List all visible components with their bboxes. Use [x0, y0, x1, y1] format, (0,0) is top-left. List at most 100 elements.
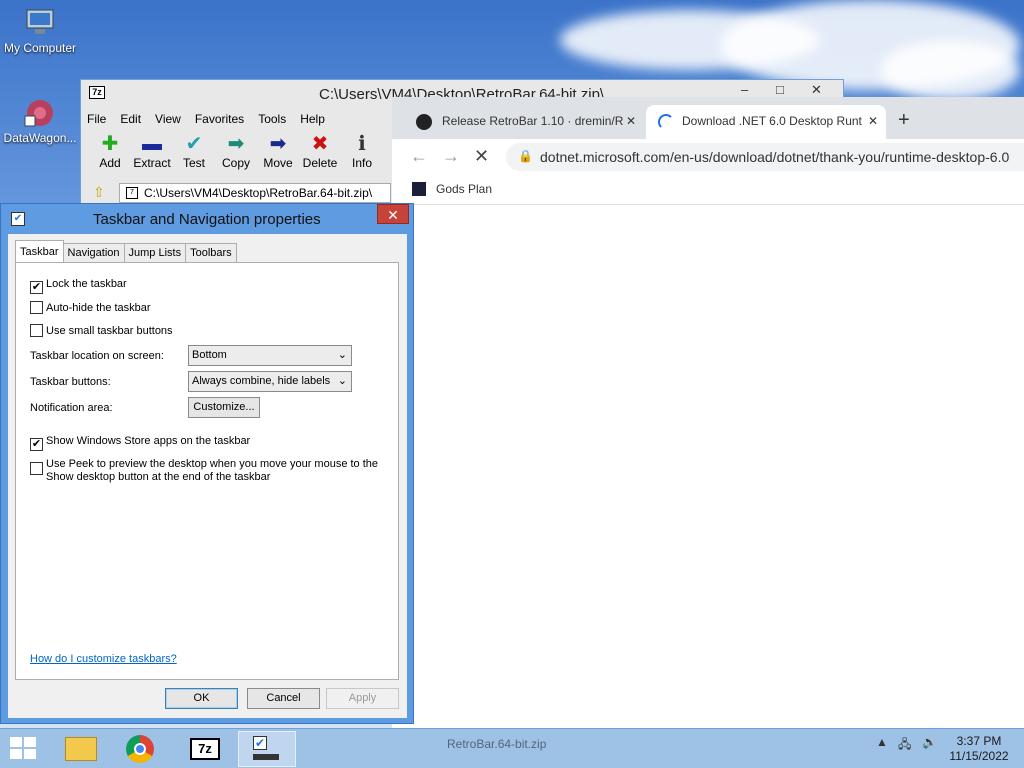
tab-jump-lists[interactable]: Jump Lists — [123, 243, 187, 262]
autohide-checkbox[interactable] — [30, 301, 43, 314]
bookmark-gods-plan[interactable]: Gods Plan — [412, 182, 492, 196]
customize-button[interactable]: Customize... — [188, 397, 260, 418]
menu-view[interactable]: View — [155, 112, 181, 126]
test-label: Test — [182, 156, 205, 170]
taskbar-ghost-item: RetroBar.64-bit.zip — [395, 737, 635, 751]
address-bar[interactable]: 🔒 dotnet.microsoft.com/en-us/download/do… — [506, 143, 1024, 171]
taskbar-properties[interactable]: ✔ — [238, 731, 296, 767]
notification-label: Notification area: — [30, 402, 113, 414]
tab-toolbars[interactable]: Toolbars — [185, 243, 237, 262]
extract-label: Extract — [133, 156, 171, 170]
dialog-tabs: Taskbar Navigation Jump Lists Toolbars — [15, 240, 237, 262]
up-folder-icon[interactable]: ⇧ — [93, 184, 105, 201]
browser-tabstrip: Release RetroBar 1.10 · dremin/R ✕ Downl… — [392, 97, 1024, 139]
add-button[interactable]: ✚ Add — [89, 132, 131, 170]
help-link[interactable]: How do I customize taskbars? — [30, 653, 177, 665]
menu-help[interactable]: Help — [300, 112, 325, 126]
maximize-icon[interactable]: □ — [776, 82, 784, 97]
checklist-icon: ✔ — [11, 212, 25, 226]
chrome-icon — [126, 735, 154, 763]
bookmark-icon — [412, 182, 426, 196]
desktop-icon-my-computer[interactable]: My Computer — [0, 8, 80, 55]
peek-label-line2: Show desktop button at the end of the ta… — [46, 471, 271, 483]
desktop-icon-label: DataWagon... — [3, 131, 77, 145]
taskbar-properties-dialog: ✔ Taskbar and Navigation properties ✕ Ta… — [0, 203, 414, 724]
dialog-title: Taskbar and Navigation properties — [93, 211, 321, 228]
autohide-option[interactable]: Auto-hide the taskbar — [30, 301, 151, 314]
buttons-label: Taskbar buttons: — [30, 376, 111, 388]
close-tab-icon[interactable]: ✕ — [626, 114, 636, 128]
delete-icon: ✖ — [311, 133, 329, 155]
loading-spinner-icon — [658, 114, 674, 130]
new-tab-button[interactable]: + — [898, 109, 910, 132]
network-icon[interactable]: 🖧 — [898, 735, 911, 756]
browser-window: Release RetroBar 1.10 · dremin/R ✕ Downl… — [392, 97, 1024, 728]
copy-button[interactable]: ➡ Copy — [215, 132, 257, 170]
extract-button[interactable]: ▬ Extract — [131, 132, 173, 170]
lock-taskbar-checkbox[interactable]: ✔ — [30, 281, 43, 294]
zip-menubar: File Edit View Favorites Tools Help — [87, 112, 325, 126]
small-buttons-checkbox[interactable] — [30, 324, 43, 337]
stop-icon[interactable]: ✕ — [474, 146, 489, 167]
clock-time: 3:37 PM — [956, 734, 1002, 748]
copy-label: Copy — [221, 156, 250, 170]
dialog-close-button[interactable]: ✕ — [377, 204, 409, 224]
tab-navigation[interactable]: Navigation — [62, 243, 125, 262]
peek-checkbox[interactable] — [30, 462, 43, 475]
minimize-icon[interactable]: – — [741, 82, 748, 97]
location-label: Taskbar location on screen: — [30, 350, 164, 362]
menu-edit[interactable]: Edit — [120, 112, 141, 126]
store-apps-option[interactable]: ✔ Show Windows Store apps on the taskbar — [30, 435, 250, 451]
small-buttons-option[interactable]: Use small taskbar buttons — [30, 324, 173, 337]
dialog-body: Taskbar Navigation Jump Lists Toolbars ✔… — [8, 234, 407, 718]
location-value: Bottom — [192, 349, 227, 361]
bookmarks-bar: Gods Plan — [392, 175, 1024, 205]
menu-tools[interactable]: Tools — [258, 112, 286, 126]
move-label: Move — [263, 156, 293, 170]
apply-button[interactable]: Apply — [326, 688, 399, 709]
computer-icon — [23, 8, 57, 38]
checklist-icon: ✔ — [253, 736, 281, 764]
back-icon[interactable]: ← — [410, 146, 428, 167]
zip-path-field[interactable]: 7 C:\Users\VM4\Desktop\RetroBar.64-bit.z… — [119, 183, 391, 203]
test-button[interactable]: ✔ Test — [173, 132, 215, 170]
delete-button[interactable]: ✖ Delete — [299, 132, 341, 170]
menu-file[interactable]: File — [87, 112, 106, 126]
clock[interactable]: 3:37 PM 11/15/2022 — [944, 734, 1014, 764]
peek-option[interactable]: Use Peek to preview the desktop when you… — [30, 458, 378, 484]
taskbar-7zip[interactable]: 7z — [176, 731, 234, 767]
info-button[interactable]: ℹ Info — [341, 132, 383, 170]
tab-dotnet-download[interactable]: Download .NET 6.0 Desktop Runt ✕ — [646, 105, 886, 139]
tab-taskbar[interactable]: Taskbar — [15, 240, 64, 262]
location-select[interactable]: Bottom ⌄ — [188, 345, 352, 366]
desktop-icon-datawagon[interactable]: DataWagon... — [0, 98, 80, 145]
autohide-label: Auto-hide the taskbar — [46, 302, 151, 314]
browser-navbar: ← → ✕ 🔒 dotnet.microsoft.com/en-us/downl… — [392, 139, 1024, 175]
buttons-select[interactable]: Always combine, hide labels ⌄ — [188, 371, 352, 392]
lock-taskbar-option[interactable]: ✔ Lock the taskbar — [30, 278, 127, 294]
ok-button[interactable]: OK — [165, 688, 238, 709]
windows-start-icon[interactable] — [10, 737, 38, 761]
cancel-button[interactable]: Cancel — [247, 688, 320, 709]
zip-path-text: C:\Users\VM4\Desktop\RetroBar.64-bit.zip… — [144, 186, 373, 200]
info-icon: ℹ — [358, 133, 366, 155]
7zip-icon: 7z — [190, 738, 220, 760]
dialog-titlebar: ✔ Taskbar and Navigation properties ✕ — [1, 204, 413, 234]
close-icon[interactable]: ✕ — [811, 82, 822, 98]
menu-favorites[interactable]: Favorites — [195, 112, 244, 126]
small-buttons-label: Use small taskbar buttons — [46, 325, 173, 337]
tab-retrobar-release[interactable]: Release RetroBar 1.10 · dremin/R ✕ — [392, 105, 644, 139]
taskbar-explorer[interactable] — [52, 731, 110, 767]
store-apps-checkbox[interactable]: ✔ — [30, 438, 43, 451]
forward-icon[interactable]: → — [442, 146, 460, 167]
extract-icon: ▬ — [142, 133, 162, 155]
chevron-down-icon: ⌄ — [337, 375, 347, 387]
move-button[interactable]: ➡ Move — [257, 132, 299, 170]
close-tab-icon[interactable]: ✕ — [868, 114, 878, 128]
volume-icon[interactable]: 🔊 — [922, 735, 937, 749]
bookmark-label: Gods Plan — [436, 182, 493, 196]
zip-toolbar: ✚ Add ▬ Extract ✔ Test ➡ Copy ➡ Move ✖ Delete … — [89, 132, 383, 170]
taskbar-chrome[interactable] — [112, 731, 170, 767]
show-hidden-icons[interactable]: ▲ — [876, 735, 888, 749]
lock-taskbar-label: Lock the taskbar — [46, 278, 127, 290]
